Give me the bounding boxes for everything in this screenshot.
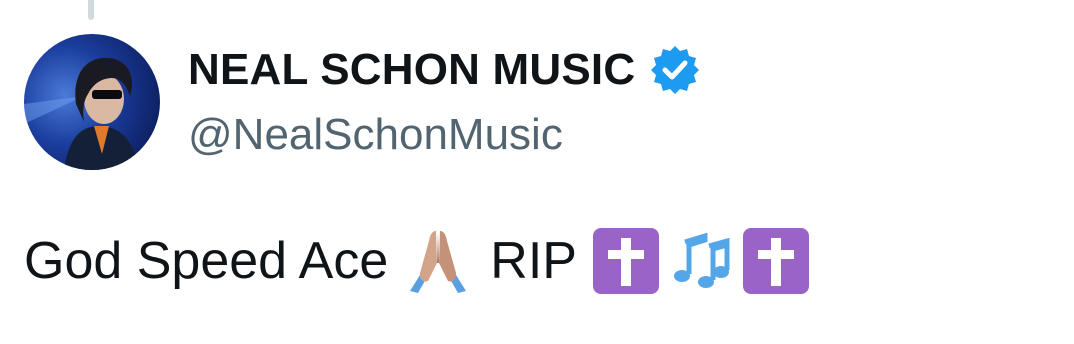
tweet-body: God Speed Ace RIP xyxy=(24,222,811,300)
musical-notes-emoji xyxy=(673,232,730,288)
author-name-row: NEAL SCHON MUSIC xyxy=(188,42,703,98)
author-handle[interactable]: @NealSchonMusic xyxy=(188,110,563,160)
author-display-name[interactable]: NEAL SCHON MUSIC xyxy=(188,45,635,95)
latin-cross-emoji xyxy=(742,228,809,294)
avatar-photo-icon xyxy=(24,34,160,170)
folded-hands-emoji xyxy=(410,231,467,293)
avatar[interactable] xyxy=(24,34,160,170)
latin-cross-emoji xyxy=(592,228,659,294)
thread-connector-line xyxy=(88,0,94,20)
tweet-text-main: God Speed Ace xyxy=(24,232,389,290)
tweet-text-rip: RIP xyxy=(490,232,577,290)
verified-badge-icon xyxy=(651,46,700,94)
